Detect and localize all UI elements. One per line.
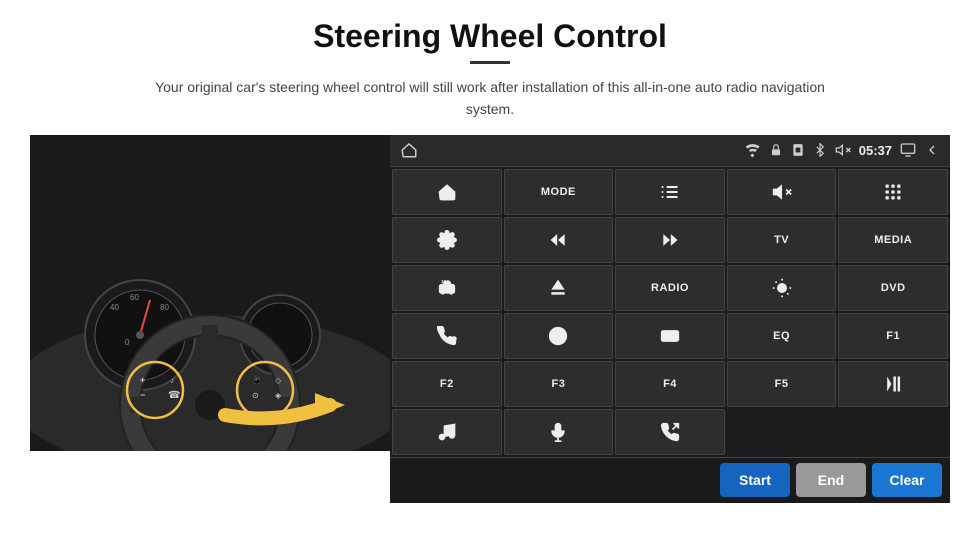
- svg-text:◇: ◇: [275, 376, 282, 385]
- list-icon: [660, 182, 680, 202]
- btn-f3[interactable]: F3: [504, 361, 614, 407]
- btn-list[interactable]: [615, 169, 725, 215]
- status-left: [400, 141, 418, 159]
- btn-f2[interactable]: F2: [392, 361, 502, 407]
- phone-icon: [437, 326, 457, 346]
- play-pause-icon: [883, 374, 903, 394]
- btn-media[interactable]: MEDIA: [838, 217, 948, 263]
- sim-icon: [791, 143, 805, 157]
- btn-apps[interactable]: [838, 169, 948, 215]
- volume-icon: [835, 142, 851, 158]
- btn-empty-1: [727, 409, 837, 455]
- status-right: 05:37: [745, 142, 940, 158]
- btn-nav[interactable]: [504, 313, 614, 359]
- page-title: Steering Wheel Control: [313, 18, 667, 55]
- btn-tv[interactable]: TV: [727, 217, 837, 263]
- btn-radio[interactable]: RADIO: [615, 265, 725, 311]
- btn-phone-answer[interactable]: [615, 409, 725, 455]
- svg-text:+: +: [140, 375, 145, 385]
- headunit-panel: 05:37: [390, 135, 950, 503]
- prev-icon: [548, 230, 568, 250]
- svg-text:−: −: [140, 390, 145, 400]
- home-icon: [437, 182, 457, 202]
- volume-mute-icon: [772, 182, 792, 202]
- btn-brightness[interactable]: [727, 265, 837, 311]
- mirror-icon: [660, 326, 680, 346]
- car-360-icon: 360: [437, 278, 457, 298]
- status-time: 05:37: [859, 143, 892, 158]
- btn-prev[interactable]: [504, 217, 614, 263]
- clear-button[interactable]: Clear: [872, 463, 942, 497]
- svg-text:60: 60: [130, 293, 139, 302]
- btn-f5[interactable]: F5: [727, 361, 837, 407]
- music-icon: [437, 422, 457, 442]
- back-icon: [924, 142, 940, 158]
- eject-icon: [548, 278, 568, 298]
- bottom-bar: Start End Clear: [390, 457, 950, 503]
- svg-text:♪: ♪: [170, 376, 174, 385]
- btn-mode[interactable]: MODE: [504, 169, 614, 215]
- btn-mirror[interactable]: [615, 313, 725, 359]
- page-subtitle: Your original car's steering wheel contr…: [140, 76, 840, 121]
- car-image: 0 80 40 60: [30, 135, 390, 451]
- settings-icon: [437, 230, 457, 250]
- btn-phone[interactable]: [392, 313, 502, 359]
- svg-text:📱: 📱: [252, 375, 262, 385]
- svg-text:40: 40: [110, 303, 119, 312]
- btn-next[interactable]: [615, 217, 725, 263]
- apps-icon: [883, 182, 903, 202]
- btn-home[interactable]: [392, 169, 502, 215]
- svg-text:80: 80: [160, 303, 169, 312]
- content-row: 0 80 40 60: [30, 135, 950, 503]
- btn-360[interactable]: 360: [392, 265, 502, 311]
- next-icon: [660, 230, 680, 250]
- button-grid: MODE: [390, 167, 950, 457]
- btn-eq[interactable]: EQ: [727, 313, 837, 359]
- btn-playpause[interactable]: [838, 361, 948, 407]
- svg-text:◈: ◈: [275, 391, 282, 400]
- start-button[interactable]: Start: [720, 463, 790, 497]
- title-divider: [470, 61, 510, 64]
- svg-text:0: 0: [125, 338, 130, 347]
- navigation-icon: [548, 326, 568, 346]
- btn-dvd[interactable]: DVD: [838, 265, 948, 311]
- wifi-icon: [745, 142, 761, 158]
- btn-mic[interactable]: [504, 409, 614, 455]
- svg-text:360: 360: [441, 279, 449, 284]
- svg-text:⊙: ⊙: [252, 391, 259, 400]
- btn-eject[interactable]: [504, 265, 614, 311]
- btn-settings[interactable]: [392, 217, 502, 263]
- lock-icon: [769, 143, 783, 157]
- btn-empty-2: [838, 409, 948, 455]
- screen-icon: [900, 142, 916, 158]
- bluetooth-icon: [813, 143, 827, 157]
- page-container: Steering Wheel Control Your original car…: [0, 0, 980, 544]
- brightness-icon: [772, 278, 792, 298]
- mic-icon: [548, 422, 568, 442]
- btn-f4[interactable]: F4: [615, 361, 725, 407]
- btn-f1[interactable]: F1: [838, 313, 948, 359]
- status-bar: 05:37: [390, 135, 950, 167]
- phone-answer-icon: [660, 422, 680, 442]
- home-status-icon: [400, 141, 418, 159]
- btn-music[interactable]: [392, 409, 502, 455]
- svg-text:☎: ☎: [168, 390, 180, 401]
- btn-mute[interactable]: [727, 169, 837, 215]
- end-button[interactable]: End: [796, 463, 866, 497]
